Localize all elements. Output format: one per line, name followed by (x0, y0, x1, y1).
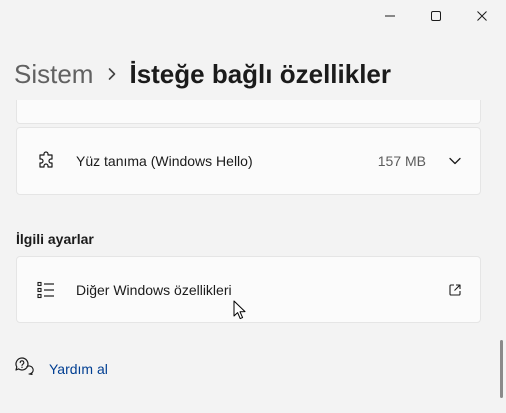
breadcrumb: Sistem İsteğe bağlı özellikler (14, 52, 391, 96)
close-button[interactable] (459, 0, 505, 32)
scrollbar-thumb[interactable] (500, 340, 503, 398)
page-title: İsteğe bağlı özellikler (129, 58, 392, 89)
help-chat-icon (14, 356, 34, 381)
list-icon (35, 279, 57, 301)
maximize-button[interactable] (413, 0, 459, 32)
minimize-button[interactable] (367, 0, 413, 32)
related-settings-heading: İlgili ayarlar (16, 231, 94, 247)
related-item-more-windows-features[interactable]: Diğer Windows özellikleri (16, 256, 481, 323)
title-bar (0, 0, 506, 32)
chevron-right-icon (107, 67, 117, 81)
related-item-label: Diğer Windows özellikleri (76, 281, 232, 298)
maximize-icon (431, 11, 441, 21)
puzzle-icon (35, 150, 57, 172)
close-icon (477, 11, 487, 21)
feature-card-partial[interactable] (16, 100, 481, 124)
chevron-down-icon[interactable] (444, 150, 466, 172)
help-link[interactable]: Yardım al (14, 356, 108, 381)
help-label[interactable]: Yardım al (49, 361, 108, 377)
minimize-icon (385, 15, 395, 17)
mouse-cursor-icon (233, 300, 247, 325)
feature-card-face-recognition[interactable]: Yüz tanıma (Windows Hello) 157 MB (16, 127, 481, 195)
open-external-icon[interactable] (444, 279, 466, 301)
feature-size: 157 MB (377, 153, 426, 169)
breadcrumb-parent-link[interactable]: Sistem (14, 59, 93, 90)
feature-label: Yüz tanıma (Windows Hello) (76, 153, 253, 169)
